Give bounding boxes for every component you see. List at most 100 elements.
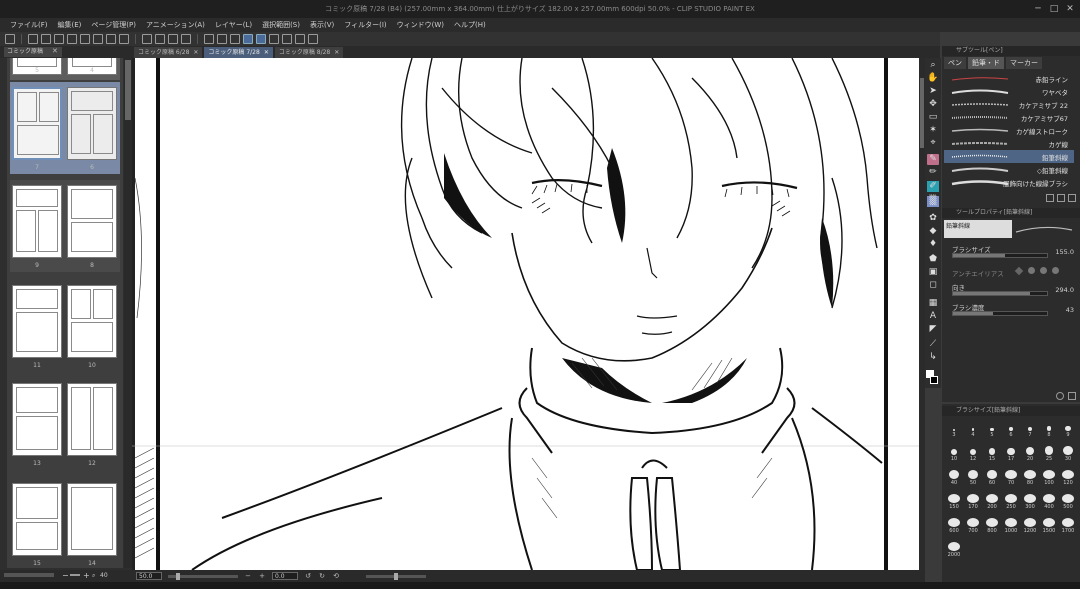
copy-subtool-icon[interactable]	[1046, 194, 1054, 202]
close-button[interactable]: ✕	[1064, 3, 1076, 15]
settings-icon[interactable]	[1068, 392, 1076, 400]
horizontal-scroll-track[interactable]	[366, 572, 426, 580]
brush-size-preset[interactable]: 150	[946, 494, 962, 510]
menu-file[interactable]: ファイル(F)	[10, 20, 48, 30]
blend-tool-icon[interactable]: ♦	[927, 239, 939, 250]
redo-icon[interactable]	[67, 34, 77, 44]
brush-item[interactable]: ◇鉛筆斜線	[944, 163, 1074, 176]
antialias-strong-option[interactable]	[1052, 267, 1059, 274]
transform-icon[interactable]	[142, 34, 152, 44]
page-thumbnail[interactable]	[67, 383, 117, 456]
direction-slider[interactable]	[952, 291, 1048, 296]
correct-line-icon[interactable]: ↳	[927, 352, 939, 363]
brush-size-preset[interactable]: 1000	[1003, 518, 1019, 534]
brush-size-preset[interactable]: 12	[965, 446, 981, 462]
brush-size-preset[interactable]: 30	[1060, 446, 1076, 462]
new-subtool-icon[interactable]	[1057, 194, 1065, 202]
zoom-slider[interactable]	[168, 572, 238, 580]
antialias-none-option[interactable]	[1014, 266, 1024, 276]
snap-icon[interactable]	[230, 34, 240, 44]
menu-window[interactable]: ウィンドウ(W)	[397, 20, 444, 30]
menu-edit[interactable]: 編集(E)	[58, 20, 82, 30]
main-color-swatch[interactable]	[930, 376, 938, 384]
pen-tool-icon[interactable]: ✎	[927, 154, 939, 165]
zoom-slider[interactable]	[70, 574, 80, 576]
zoom-out-button[interactable]: −	[244, 572, 252, 580]
brush-size-preset[interactable]: 5	[984, 422, 1000, 438]
brush-size-preset[interactable]: 400	[1041, 494, 1057, 510]
open-icon[interactable]	[28, 34, 38, 44]
subtool-tab-marker[interactable]: マーカー	[1006, 57, 1042, 69]
brush-size-preset[interactable]: 10	[946, 446, 962, 462]
angle-field[interactable]: 0.0	[272, 572, 298, 580]
page-thumbnail[interactable]	[12, 87, 62, 160]
cut-icon[interactable]	[93, 34, 103, 44]
rotate-left-icon[interactable]: ↺	[304, 572, 312, 580]
density-slider[interactable]	[952, 311, 1048, 316]
zoom-tool-icon[interactable]: ⌕	[927, 60, 939, 71]
brush-size-preset[interactable]: 100	[1041, 470, 1057, 486]
brush-size-preset[interactable]: 20	[1022, 446, 1038, 462]
brush-size-preset[interactable]: 600	[946, 518, 962, 534]
brush-size-preset[interactable]: 7	[1022, 422, 1038, 438]
page-thumbnail[interactable]	[67, 483, 117, 556]
brush-size-preset[interactable]: 2000	[946, 542, 962, 558]
brush-size-preset[interactable]: 70	[1003, 470, 1019, 486]
eyedropper-icon[interactable]: ⌖	[927, 138, 939, 149]
brush-size-preset[interactable]: 300	[1022, 494, 1038, 510]
brush-size-preset[interactable]: 8	[1041, 422, 1057, 438]
brush-size-preset[interactable]: 1700	[1060, 518, 1076, 534]
layer-color-icon[interactable]	[282, 34, 292, 44]
page-thumbnail[interactable]	[12, 483, 62, 556]
frame-border-icon[interactable]: ▦	[927, 298, 939, 309]
brush-item[interactable]: ワヤベタ	[944, 85, 1074, 98]
brush-size-preset[interactable]: 200	[984, 494, 1000, 510]
paste-icon[interactable]	[106, 34, 116, 44]
reset-icon[interactable]	[1056, 392, 1064, 400]
close-icon[interactable]: ✕	[193, 47, 198, 58]
auto-select-icon[interactable]: ✶	[927, 125, 939, 136]
rotate-right-icon[interactable]: ↻	[318, 572, 326, 580]
delete-icon[interactable]	[119, 34, 129, 44]
brush-size-preset[interactable]: 120	[1060, 470, 1076, 486]
brush-size-preset[interactable]: 1200	[1022, 518, 1038, 534]
airbrush-icon[interactable]: ▒	[927, 196, 939, 207]
new-file-icon[interactable]	[5, 34, 15, 44]
operation-tool-icon[interactable]: ➤	[927, 86, 939, 97]
subtool-tab-pen[interactable]: ペン	[944, 57, 966, 69]
zoom-out-button[interactable]: −	[62, 571, 69, 580]
brush-tool-icon[interactable]: ✐	[927, 181, 939, 192]
copy-icon[interactable]	[80, 34, 90, 44]
selection-tool-icon[interactable]: ▭	[927, 112, 939, 123]
zoom-in-button[interactable]: +	[83, 571, 90, 580]
menu-page-management[interactable]: ページ管理(P)	[91, 20, 136, 30]
save-icon[interactable]	[41, 34, 51, 44]
delete-subtool-icon[interactable]	[1068, 194, 1076, 202]
snap-special-ruler-icon[interactable]	[256, 34, 266, 44]
close-icon[interactable]: ✕	[52, 47, 58, 55]
decoration-tool-icon[interactable]: ✿	[927, 213, 939, 224]
brush-size-preset[interactable]: 15	[984, 446, 1000, 462]
hand-tool-icon[interactable]: ✋	[927, 73, 939, 84]
brush-size-preset[interactable]: 9	[1060, 422, 1076, 438]
brush-size-preset[interactable]: 80	[1022, 470, 1038, 486]
thumbnail-size-slider[interactable]	[4, 573, 54, 577]
brush-size-preset[interactable]: 17	[1003, 446, 1019, 462]
menu-help[interactable]: ヘルプ(H)	[454, 20, 486, 30]
brush-size-slider[interactable]	[952, 253, 1048, 258]
pencil-tool-icon[interactable]: ✏	[927, 167, 939, 178]
brush-item[interactable]: 赤鉛ライン	[944, 72, 1074, 85]
crop-icon[interactable]	[308, 34, 318, 44]
brush-item[interactable]: カケアミサブ67	[944, 111, 1074, 124]
brush-size-preset[interactable]: 500	[1060, 494, 1076, 510]
eraser-icon[interactable]: ◆	[927, 226, 939, 237]
gradient-icon[interactable]: ▣	[927, 267, 939, 278]
close-icon[interactable]: ✕	[264, 47, 269, 58]
close-icon[interactable]: ✕	[334, 47, 339, 58]
brush-item[interactable]: カゲ線ストローク	[944, 124, 1074, 137]
menu-view[interactable]: 表示(V)	[310, 20, 334, 30]
brush-size-preset[interactable]: 25	[1041, 446, 1057, 462]
page-thumbnail[interactable]	[12, 383, 62, 456]
brush-item[interactable]: 服飾向けた線縁ブラシ	[944, 176, 1074, 189]
ruler-icon[interactable]	[217, 34, 227, 44]
